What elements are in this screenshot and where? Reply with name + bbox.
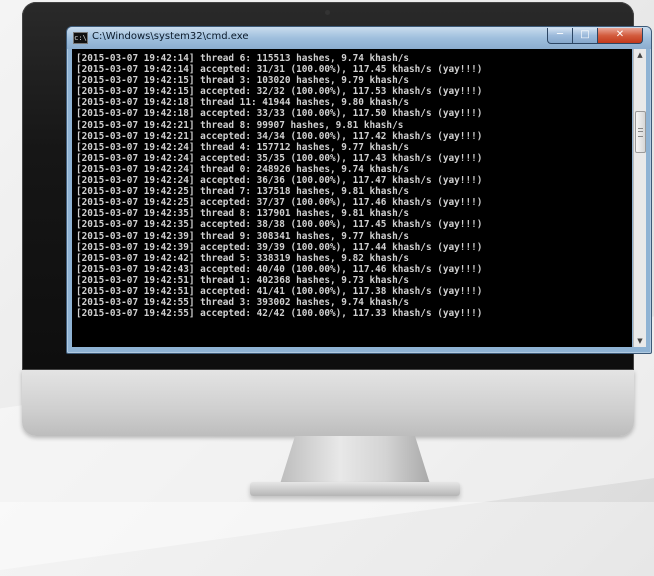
monitor-chin [22,370,634,436]
cmd-icon[interactable]: c:\ [73,32,88,44]
console-line: [2015-03-07 19:42:14] accepted: 31/31 (1… [76,64,483,76]
minimize-button[interactable]: ─ [547,28,573,44]
monitor-bezel: c:\ C:\Windows\system32\cmd.exe ─ □ ✕ [2… [22,2,652,370]
console-line: [2015-03-07 19:42:43] accepted: 40/40 (1… [76,263,483,275]
console-line: [2015-03-07 19:42:24] accepted: 35/35 (1… [76,152,483,164]
console-line: [2015-03-07 19:42:51] accepted: 41/41 (1… [76,285,483,297]
monitor: c:\ C:\Windows\system32\cmd.exe ─ □ ✕ [2… [22,2,652,496]
console-line: [2015-03-07 19:42:24] accepted: 36/36 (1… [76,175,483,187]
console-line: [2015-03-07 19:42:35] thread 8: 137901 h… [76,208,410,220]
console-line: [2015-03-07 19:42:42] thread 5: 338319 h… [76,252,410,264]
minimize-icon: ─ [556,29,564,40]
monitor-stand-foot [250,482,460,496]
console-lines: [2015-03-07 19:42:14] thread 6: 115513 h… [76,53,482,319]
title-bar[interactable]: c:\ C:\Windows\system32\cmd.exe ─ □ ✕ [67,27,651,49]
console-line: [2015-03-07 19:42:39] thread 9: 308341 h… [76,230,410,242]
monitor-stand-neck [280,436,430,484]
console-line: [2015-03-07 19:42:24] thread 4: 157712 h… [76,141,410,153]
webcam-icon [325,10,330,15]
console-line: [2015-03-07 19:42:55] accepted: 42/42 (1… [76,308,483,320]
console-line: [2015-03-07 19:42:39] accepted: 39/39 (1… [76,241,483,253]
console-line: [2015-03-07 19:42:14] thread 6: 115513 h… [76,53,410,64]
console-line: [2015-03-07 19:42:15] accepted: 32/32 (1… [76,86,483,98]
console-line: [2015-03-07 19:42:18] thread 11: 41944 h… [76,97,410,109]
scrollbar-grip-icon [638,128,643,137]
scroll-up-arrow-icon[interactable]: ▲ [634,49,646,61]
console-line: [2015-03-07 19:42:35] accepted: 38/38 (1… [76,219,483,231]
vertical-scrollbar[interactable]: ▲ ▼ [633,49,646,347]
console-line: [2015-03-07 19:42:15] thread 3: 103020 h… [76,75,410,87]
console-line: [2015-03-07 19:42:18] accepted: 33/33 (1… [76,108,483,120]
maximize-button[interactable]: □ [572,28,598,44]
console-line: [2015-03-07 19:42:21] accepted: 34/34 (1… [76,130,483,142]
maximize-icon: □ [580,29,590,40]
console-line: [2015-03-07 19:42:24] thread 0: 248926 h… [76,163,410,175]
scroll-down-arrow-icon[interactable]: ▼ [634,335,646,347]
window-title: C:\Windows\system32\cmd.exe [92,31,249,42]
close-button[interactable]: ✕ [597,28,643,44]
console-output[interactable]: [2015-03-07 19:42:14] thread 6: 115513 h… [72,49,632,347]
console-line: [2015-03-07 19:42:25] accepted: 37/37 (1… [76,197,483,209]
console-line: [2015-03-07 19:42:55] thread 3: 393002 h… [76,297,410,309]
cmd-window[interactable]: c:\ C:\Windows\system32\cmd.exe ─ □ ✕ [2… [66,26,652,354]
scrollbar-thumb[interactable] [635,111,646,153]
console-line: [2015-03-07 19:42:51] thread 1: 402368 h… [76,274,410,286]
console-line: [2015-03-07 19:42:21] thread 8: 99907 ha… [76,119,404,131]
close-icon: ✕ [615,29,625,40]
console-line: [2015-03-07 19:42:25] thread 7: 137518 h… [76,186,410,198]
